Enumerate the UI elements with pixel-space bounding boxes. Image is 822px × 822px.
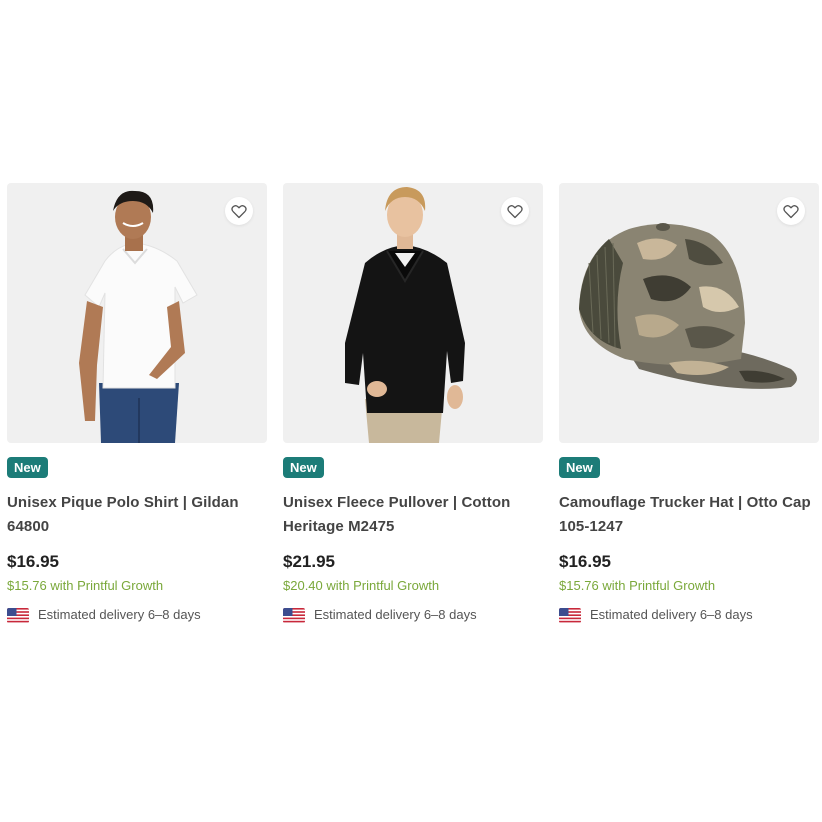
favorite-button[interactable] xyxy=(777,197,805,225)
product-image[interactable] xyxy=(7,183,267,443)
delivery-info: Estimated delivery 6–8 days xyxy=(7,606,267,624)
delivery-info: Estimated delivery 6–8 days xyxy=(283,606,543,624)
favorite-button[interactable] xyxy=(501,197,529,225)
product-card[interactable]: New Camouflage Trucker Hat | Otto Cap 10… xyxy=(559,183,819,624)
us-flag-icon xyxy=(559,607,581,623)
product-card[interactable]: New Unisex Fleece Pullover | Cotton Heri… xyxy=(283,183,543,624)
black-fleece-pullover-image xyxy=(345,187,465,443)
delivery-text: Estimated delivery 6–8 days xyxy=(38,607,201,622)
product-title[interactable]: Unisex Fleece Pullover | Cotton Heritage… xyxy=(283,491,543,539)
heart-icon xyxy=(231,204,247,218)
product-price: $16.95 xyxy=(559,552,611,571)
product-title[interactable]: Unisex Pique Polo Shirt | Gildan 64800 xyxy=(7,491,267,539)
product-card[interactable]: New Unisex Pique Polo Shirt | Gildan 648… xyxy=(7,183,267,624)
delivery-info: Estimated delivery 6–8 days xyxy=(559,606,819,624)
new-badge: New xyxy=(7,457,48,478)
heart-icon xyxy=(507,204,523,218)
growth-price: $15.76 with Printful Growth xyxy=(7,578,164,593)
growth-price: $15.76 with Printful Growth xyxy=(559,578,716,593)
us-flag-icon xyxy=(7,607,29,623)
growth-price: $20.40 with Printful Growth xyxy=(283,578,440,593)
favorite-button[interactable] xyxy=(225,197,253,225)
new-badge: New xyxy=(283,457,324,478)
delivery-text: Estimated delivery 6–8 days xyxy=(590,607,753,622)
product-image[interactable] xyxy=(559,183,819,443)
heart-icon xyxy=(783,204,799,218)
product-price: $16.95 xyxy=(7,552,59,571)
camouflage-trucker-hat-image xyxy=(579,223,797,389)
product-title[interactable]: Camouflage Trucker Hat | Otto Cap 105-12… xyxy=(559,491,819,539)
delivery-text: Estimated delivery 6–8 days xyxy=(314,607,477,622)
new-badge: New xyxy=(559,457,600,478)
us-flag-icon xyxy=(283,607,305,623)
white-polo-shirt-image xyxy=(79,190,198,443)
product-image[interactable] xyxy=(283,183,543,443)
product-price: $21.95 xyxy=(283,552,335,571)
product-grid: New Unisex Pique Polo Shirt | Gildan 648… xyxy=(7,183,820,624)
